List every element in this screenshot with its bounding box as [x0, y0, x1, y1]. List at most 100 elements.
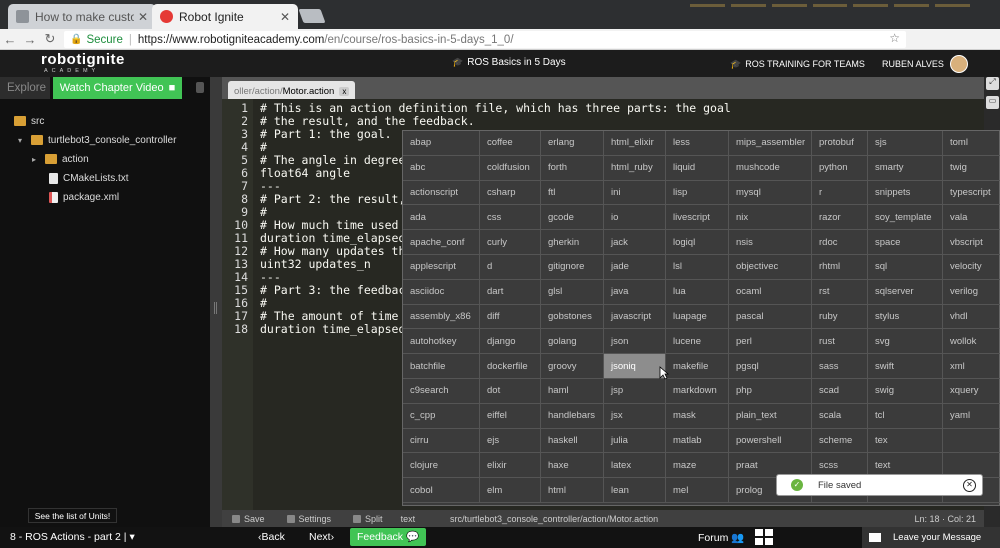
mode-option-mask[interactable]: mask — [666, 403, 729, 429]
mode-option-maze[interactable]: maze — [666, 453, 729, 479]
mode-option-gitignore[interactable]: gitignore — [541, 255, 604, 280]
mode-option-abc[interactable]: abc — [403, 155, 480, 181]
panel-splitter[interactable] — [210, 77, 222, 527]
mode-option-xquery[interactable]: xquery — [943, 379, 1000, 404]
caret-down-icon[interactable]: ▾ — [18, 136, 26, 145]
back-button[interactable]: ‹Back — [258, 531, 285, 543]
avatar[interactable] — [950, 55, 968, 73]
close-icon[interactable]: x — [339, 86, 350, 96]
expand-icon[interactable]: ⤢ — [986, 77, 999, 90]
mode-option-tcl[interactable]: tcl — [868, 403, 943, 429]
drag-handle-icon[interactable] — [214, 302, 217, 314]
mode-option-html-elixir[interactable]: html_elixir — [604, 131, 666, 156]
mode-option-sql[interactable]: sql — [868, 255, 943, 280]
browser-tab-howto[interactable]: How to make custo ✕ — [8, 4, 156, 29]
mode-option-jsx[interactable]: jsx — [604, 403, 666, 429]
close-icon[interactable]: ✕ — [963, 479, 976, 492]
mode-option-html-ruby[interactable]: html_ruby — [604, 155, 666, 181]
url-input[interactable]: 🔒 Secure | https://www.robotigniteacadem… — [64, 31, 906, 48]
mode-option-liquid[interactable]: liquid — [666, 155, 729, 181]
mode-option-glsl[interactable]: glsl — [541, 279, 604, 305]
mode-option-gobstones[interactable]: gobstones — [541, 304, 604, 330]
reload-icon[interactable]: ↻ — [40, 31, 60, 47]
mode-option-sqlserver[interactable]: sqlserver — [868, 279, 943, 305]
mode-option-eiffel[interactable]: eiffel — [480, 403, 541, 429]
mode-option-scala[interactable]: scala — [812, 403, 868, 429]
save-button[interactable]: Save — [232, 514, 265, 524]
back-arrow-icon[interactable]: ← — [0, 32, 20, 47]
mode-option-jsp[interactable]: jsp — [604, 379, 666, 404]
code-line[interactable]: # the result, and the feedback. — [260, 114, 475, 128]
mode-option-apache-conf[interactable]: apache_conf — [403, 230, 480, 255]
mode-option-space[interactable]: space — [868, 230, 943, 255]
mode-option-nix[interactable]: nix — [729, 205, 812, 231]
mode-option-sjs[interactable]: sjs — [868, 131, 943, 156]
mode-option-golang[interactable]: golang — [541, 329, 604, 355]
mode-option-swig[interactable]: swig — [868, 379, 943, 404]
mode-option-forth[interactable]: forth — [541, 155, 604, 181]
username[interactable]: RUBEN ALVES — [882, 59, 944, 69]
leave-message-button[interactable]: Leave your Message — [862, 527, 1000, 548]
apps-grid-icon[interactable] — [755, 529, 773, 545]
mode-option-groovy[interactable]: groovy — [541, 354, 604, 379]
code-line[interactable]: duration time_elapsed — [260, 231, 405, 245]
mode-option-lua[interactable]: lua — [666, 279, 729, 305]
robot-ignite-logo[interactable]: robotignite — [41, 52, 125, 67]
mode-option-lean[interactable]: lean — [604, 478, 666, 503]
forum-link[interactable]: Forum 👥 — [698, 531, 744, 544]
split-button[interactable]: Split — [353, 514, 383, 524]
mode-option-wollok[interactable]: wollok — [943, 329, 1000, 355]
mode-option-markdown[interactable]: markdown — [666, 379, 729, 404]
code-line[interactable]: duration time_elapsed — [260, 322, 405, 336]
mode-option-ini[interactable]: ini — [604, 180, 666, 206]
mode-option-soy-template[interactable]: soy_template — [868, 205, 943, 231]
mode-option-gherkin[interactable]: gherkin — [541, 230, 604, 255]
mode-option-cobol[interactable]: cobol — [403, 478, 480, 503]
mode-option-abap[interactable]: abap — [403, 131, 480, 156]
mode-option-csharp[interactable]: csharp — [480, 180, 541, 206]
mode-option-razor[interactable]: razor — [812, 205, 868, 231]
course-title[interactable]: 🎓 ROS Basics in 5 Days — [452, 57, 566, 68]
mode-option-diff[interactable]: diff — [480, 304, 541, 330]
mode-option-coffee[interactable]: coffee — [480, 131, 541, 156]
mode-option-lisp[interactable]: lisp — [666, 180, 729, 206]
mode-option-verilog[interactable]: verilog — [943, 280, 1000, 305]
mode-option-django[interactable]: django — [480, 329, 541, 355]
mode-option-io[interactable]: io — [604, 205, 666, 231]
mode-option-rdoc[interactable]: rdoc — [812, 230, 868, 255]
mode-option-css[interactable]: css — [480, 205, 541, 231]
mode-option-latex[interactable]: latex — [604, 453, 666, 479]
mode-option-yaml[interactable]: yaml — [943, 404, 1000, 429]
tree-item-package-xml[interactable]: package.xml — [49, 189, 119, 205]
mode-option-vbscript[interactable]: vbscript — [943, 230, 1000, 255]
mode-option-luapage[interactable]: luapage — [666, 304, 729, 330]
mode-option-xml[interactable]: xml — [943, 354, 1000, 379]
forward-arrow-icon[interactable]: → — [20, 32, 40, 47]
mode-option-elm[interactable]: elm — [480, 478, 541, 503]
mode-selector[interactable]: text — [401, 514, 416, 524]
caret-right-icon[interactable]: ▸ — [32, 155, 40, 164]
mode-option-jsoniq[interactable]: jsoniq — [604, 354, 666, 379]
mode-option-mel[interactable]: mel — [666, 478, 729, 503]
mode-option-rst[interactable]: rst — [812, 279, 868, 305]
bookmark-star-icon[interactable]: ☆ — [889, 31, 900, 45]
mode-option-gcode[interactable]: gcode — [541, 205, 604, 231]
code-line[interactable]: # — [260, 205, 267, 219]
mode-option-vala[interactable]: vala — [943, 205, 1000, 231]
mode-option-clojure[interactable]: clojure — [403, 453, 480, 479]
tree-item-action[interactable]: ▸ action — [32, 151, 89, 167]
mode-option-handlebars[interactable]: handlebars — [541, 403, 604, 429]
mode-option-assembly-x86[interactable]: assembly_x86 — [403, 304, 480, 330]
mode-option-perl[interactable]: perl — [729, 329, 812, 355]
mode-option-lsl[interactable]: lsl — [666, 255, 729, 280]
close-tab-icon[interactable]: ✕ — [138, 10, 148, 24]
tree-item-cmakelists[interactable]: CMakeLists.txt — [49, 170, 129, 186]
editor-tab-motor-action[interactable]: oller/action/Motor.action x — [228, 81, 356, 99]
mode-option-toml[interactable]: toml — [943, 131, 1000, 156]
mode-option-ftl[interactable]: ftl — [541, 180, 604, 206]
mode-option-scad[interactable]: scad — [812, 379, 868, 404]
code-line[interactable]: # The angle in degree — [260, 153, 405, 167]
mode-option-curly[interactable]: curly — [480, 230, 541, 255]
mode-option-r[interactable]: r — [812, 180, 868, 206]
mode-option-html[interactable]: html — [541, 478, 604, 503]
